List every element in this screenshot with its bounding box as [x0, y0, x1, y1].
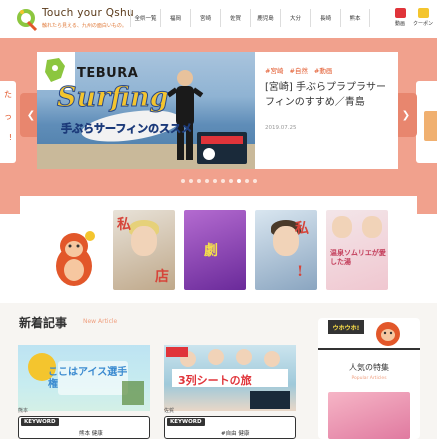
keyword-label: KEYWORD — [167, 418, 205, 426]
popular-article-thumb[interactable] — [328, 392, 410, 439]
video-button[interactable]: 動画 — [392, 8, 408, 27]
carousel-dot[interactable] — [245, 179, 249, 183]
nav-kagoshima[interactable]: 鹿児島 — [250, 9, 280, 27]
keyword-text: #自由 健康 — [221, 431, 250, 437]
tag-video[interactable]: #動画 — [314, 65, 332, 75]
gorilla-mascot-icon — [376, 322, 400, 346]
carousel-dot[interactable] — [205, 179, 209, 183]
badge-bar — [201, 136, 243, 144]
feature-text: 私 — [295, 221, 309, 237]
next-slide-thumb — [424, 111, 437, 141]
coupon-button-label: クーポン — [412, 21, 433, 27]
popular-ribbon: ウホウホ! — [328, 320, 364, 334]
chevron-right-icon: ❯ — [401, 109, 411, 121]
carousel-dot[interactable] — [189, 179, 193, 183]
nav-nagasaki[interactable]: 長崎 — [310, 9, 340, 27]
nav-fukuoka[interactable]: 福岡 — [160, 9, 190, 27]
play-icon — [203, 148, 215, 160]
article-image[interactable]: 3列シートの旅 — [164, 345, 296, 411]
strip-corner — [417, 196, 437, 214]
nav-saga[interactable]: 佐賀 — [220, 9, 250, 27]
popular-title: 人気の特集 — [349, 363, 389, 372]
photo-text-tebura: TEBURA — [77, 66, 139, 81]
feature-card[interactable]: 劇 — [184, 210, 246, 290]
article-card[interactable]: ここはアイス選手権 熊本 KEYWORD 熊本 健康 — [18, 345, 150, 439]
video-button-label: 動画 — [394, 21, 405, 27]
feature-text: 温泉ソムリエが愛した湯 — [330, 248, 386, 266]
popular-divider — [318, 348, 420, 350]
article-image-text: 3列シートの旅 — [178, 374, 252, 387]
tag-miyazaki[interactable]: #宮崎 — [265, 65, 283, 75]
next-slide-peek[interactable] — [416, 81, 437, 163]
article-meta: 熊本 — [18, 408, 29, 414]
nav-miyazaki[interactable]: 宮崎 — [190, 9, 220, 27]
popular-subtitle: Popular Articles — [351, 376, 387, 381]
peek-text: ! — [8, 133, 12, 142]
coupon-icon — [417, 8, 429, 18]
feature-face — [362, 216, 382, 238]
nav-kumamoto[interactable]: 熊本 — [340, 9, 370, 27]
feature-text: ! — [297, 264, 304, 280]
carousel-dot[interactable] — [213, 179, 217, 183]
peek-text: た — [4, 90, 12, 99]
article-meta: 佐賀 — [164, 408, 175, 414]
strip-corner — [0, 196, 20, 214]
slide-photo[interactable]: TEBURA Surfing 手ぶらサーフィンのススメ — [37, 52, 255, 169]
peek-text: っ — [4, 112, 12, 121]
carousel-dot-active[interactable] — [237, 179, 241, 183]
slide-title[interactable]: [宮崎] 手ぶらプラプラサーフィンのすすめ／青島 — [265, 80, 391, 110]
carousel-dot[interactable] — [221, 179, 225, 183]
carousel-dot[interactable] — [253, 179, 257, 183]
photo-text-surfing: Surfing — [57, 82, 169, 114]
video-badge — [197, 132, 247, 164]
carousel-dot[interactable] — [229, 179, 233, 183]
photo-caption: 手ぶらサーフィンのススメ — [61, 122, 193, 136]
prefecture-nav: 全県一覧 福岡 宮崎 佐賀 鹿児島 大分 長崎 熊本 — [130, 9, 370, 27]
feature-face — [332, 216, 352, 238]
feature-face — [131, 226, 157, 256]
article-image-text: ここはアイス選手権 — [48, 367, 128, 390]
slide-tags: #宮崎 #自然 #動画 — [265, 65, 332, 75]
tag-nature[interactable]: #自然 — [289, 65, 307, 75]
carousel-dot[interactable] — [197, 179, 201, 183]
article-card[interactable]: 3列シートの旅 佐賀 KEYWORD #自由 健康 — [164, 345, 296, 439]
gorilla-mascot-icon — [56, 231, 95, 286]
carousel-next-button[interactable]: ❯ — [395, 93, 417, 137]
section-title: 新着記事 — [19, 316, 68, 330]
article-keyword-box: KEYWORD 熊本 健康 — [18, 416, 150, 439]
coupon-button[interactable]: クーポン — [411, 8, 435, 27]
feature-card[interactable]: 私 店 — [113, 210, 175, 290]
prev-slide-peek[interactable]: た っ ! — [0, 81, 16, 163]
feature-text: 私 — [117, 217, 131, 233]
slide-date: 2019.07.25 — [265, 125, 297, 131]
nav-all[interactable]: 全県一覧 — [130, 9, 160, 27]
article-image[interactable]: ここはアイス選手権 — [18, 345, 150, 411]
feature-card[interactable]: 温泉ソムリエが愛した湯 — [326, 210, 388, 290]
keyword-label: KEYWORD — [21, 418, 59, 426]
feature-text: 劇 — [204, 243, 218, 259]
chevron-left-icon: ❮ — [26, 109, 36, 121]
article-keyword-box: KEYWORD #自由 健康 — [164, 416, 296, 439]
hero-carousel: た っ ! ❮ ❯ TEBURA Surfing 手ぶらサーフィンのススメ #宮… — [0, 38, 437, 196]
logo-title[interactable]: Touch your Qshu — [42, 7, 134, 19]
keyword-text: 熊本 健康 — [79, 431, 103, 437]
video-icon — [394, 8, 406, 18]
section-subtitle: New Article — [83, 318, 118, 325]
logo-tagline: 触れたら見える、九州の面白いもの。 — [42, 23, 127, 29]
site-header: Touch your Qshu 触れたら見える、九州の面白いもの。 全県一覧 福… — [0, 0, 437, 38]
logo-q-icon[interactable] — [14, 6, 38, 32]
carousel-dots — [181, 179, 257, 183]
feature-card[interactable]: 私 ! — [255, 210, 317, 290]
nav-oita[interactable]: 大分 — [280, 9, 310, 27]
feature-text: 店 — [155, 269, 169, 285]
carousel-dot[interactable] — [181, 179, 185, 183]
hero-slide[interactable]: TEBURA Surfing 手ぶらサーフィンのススメ #宮崎 #自然 #動画 … — [37, 52, 398, 169]
